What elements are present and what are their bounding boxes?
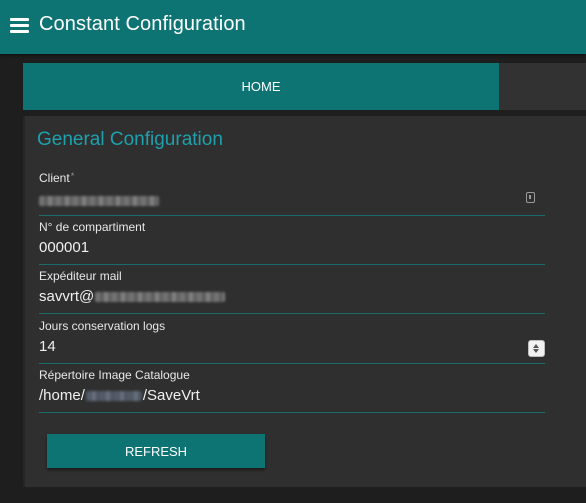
logs-field[interactable]: Jours conservation logs 14 (39, 319, 545, 364)
catalog-label: Répertoire Image Catalogue (39, 368, 190, 382)
spinner-down-icon[interactable] (533, 349, 539, 353)
mail-value[interactable]: savvrt@ (39, 288, 226, 305)
logs-label: Jours conservation logs (39, 319, 166, 333)
client-label: Client* (39, 171, 75, 185)
refresh-button[interactable]: REFRESH (47, 434, 265, 468)
catalog-value[interactable]: /home//SaveVrt (39, 387, 200, 404)
redacted-mail-domain (95, 292, 226, 303)
mail-field[interactable]: Expéditeur mail savvrt@ (39, 269, 545, 314)
redacted-path-segment (85, 391, 142, 402)
app-toolbar: Constant Configuration (0, 0, 586, 54)
menu-icon[interactable] (10, 18, 29, 34)
spinner-up-icon[interactable] (533, 344, 539, 348)
picker-icon[interactable] (526, 192, 535, 203)
compartment-field[interactable]: N° de compartiment 000001 (39, 220, 545, 265)
compartment-value[interactable]: 000001 (39, 239, 89, 256)
tab-bar: HOME (23, 63, 586, 110)
client-field[interactable]: Client* (39, 171, 545, 216)
logs-value[interactable]: 14 (39, 338, 56, 355)
redacted-client-value (39, 195, 159, 206)
catalog-field[interactable]: Répertoire Image Catalogue /home//SaveVr… (39, 368, 545, 413)
app-title: Constant Configuration (39, 13, 246, 35)
number-spinner[interactable] (528, 340, 545, 357)
tab-home[interactable]: HOME (23, 63, 499, 110)
compartment-label: N° de compartiment (39, 220, 146, 234)
client-value[interactable] (39, 190, 159, 207)
section-title: General Configuration (37, 129, 223, 150)
mail-label: Expéditeur mail (39, 269, 122, 283)
required-mark: * (70, 171, 75, 181)
tab-unlabeled[interactable] (500, 63, 586, 110)
configuration-panel: General Configuration Client* N° de comp… (23, 116, 586, 487)
